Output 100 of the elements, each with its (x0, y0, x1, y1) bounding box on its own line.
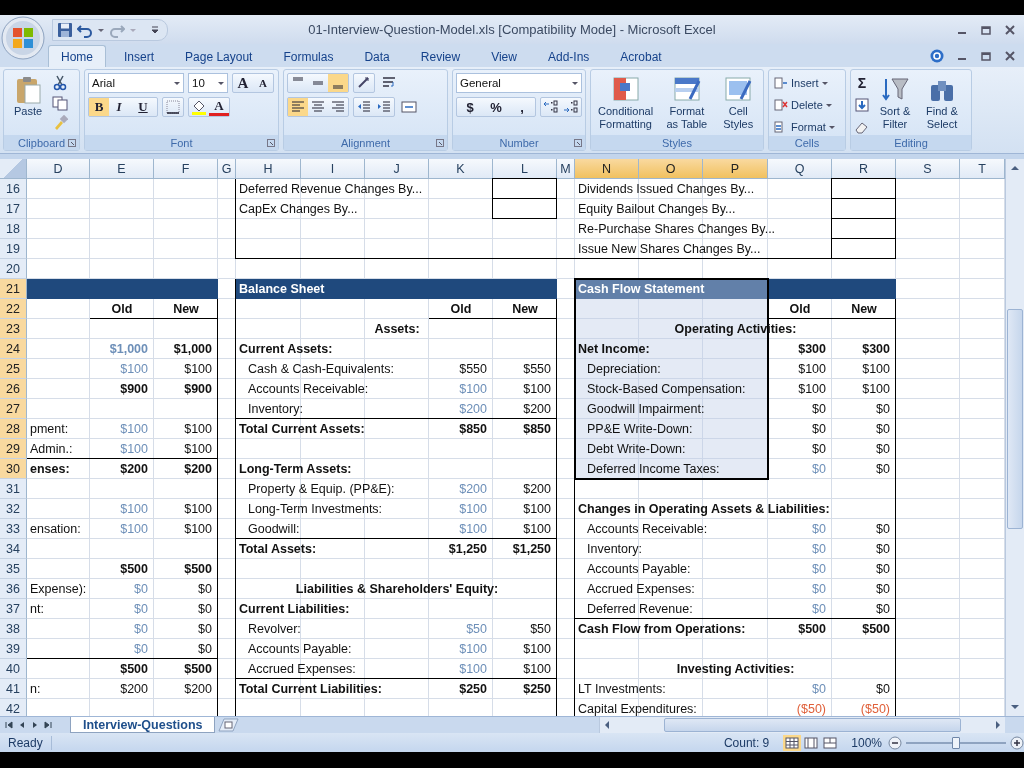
scroll-thumb[interactable] (664, 718, 961, 732)
column-header[interactable]: I (301, 159, 365, 179)
zoom-in-icon[interactable] (1010, 735, 1024, 750)
font-name-dropdown[interactable]: Arial (88, 73, 184, 93)
input-box[interactable] (831, 198, 896, 219)
column-header[interactable]: S (896, 159, 960, 179)
percent-button[interactable]: % (483, 98, 509, 116)
horizontal-align-icon[interactable] (288, 98, 308, 116)
row-header[interactable]: 25 (0, 359, 27, 379)
ribbon-tab[interactable]: Review (407, 45, 474, 67)
ribbon-tab[interactable]: Acrobat (607, 45, 675, 67)
restore-icon[interactable] (980, 50, 992, 62)
row-header[interactable]: 23 (0, 319, 27, 339)
comma-button[interactable]: , (509, 98, 535, 116)
cells-button[interactable]: Insert (772, 74, 830, 92)
row-header[interactable]: 38 (0, 619, 27, 639)
customize-icon[interactable] (151, 24, 159, 35)
cells-button[interactable]: Delete (772, 96, 834, 114)
row-header[interactable]: 27 (0, 399, 27, 419)
sheet-tab[interactable]: Interview-Questions (70, 717, 216, 733)
merge-cells-icon[interactable] (399, 98, 419, 116)
row-header[interactable]: 36 (0, 579, 27, 599)
column-header[interactable]: M (557, 159, 575, 179)
cells-button[interactable]: Format (772, 118, 837, 136)
dialog-launcher-icon[interactable] (574, 139, 582, 147)
row-header[interactable]: 28 (0, 419, 27, 439)
column-header[interactable]: L (493, 159, 557, 179)
input-box[interactable] (492, 178, 557, 199)
column-header[interactable]: P (703, 159, 768, 179)
last-sheet-icon[interactable] (43, 720, 53, 730)
restore-icon[interactable] (980, 23, 992, 36)
column-header[interactable]: G (218, 159, 236, 179)
vertical-align-icon[interactable] (328, 74, 348, 92)
row-header[interactable]: 22 (0, 299, 27, 319)
shrink-font-button[interactable]: A (253, 74, 273, 92)
view-mode-icon[interactable] (802, 734, 821, 751)
text-style-button[interactable]: I (109, 98, 129, 116)
row-header[interactable]: 39 (0, 639, 27, 659)
view-mode-icon[interactable] (783, 734, 802, 751)
row-header[interactable]: 20 (0, 259, 27, 279)
ribbon-tab[interactable]: Insert (111, 45, 168, 67)
row-header[interactable]: 31 (0, 479, 27, 499)
input-box[interactable] (831, 238, 896, 259)
styles-button[interactable]: Cell Styles (716, 73, 760, 133)
column-header[interactable]: E (90, 159, 154, 179)
font-size-dropdown[interactable]: 10 (188, 73, 228, 93)
decrease-decimal-icon[interactable] (561, 98, 581, 116)
row-header[interactable]: 35 (0, 559, 27, 579)
row-header[interactable]: 16 (0, 179, 27, 199)
column-header[interactable]: J (365, 159, 429, 179)
ribbon-tab[interactable]: Home (48, 45, 106, 67)
help-icon[interactable] (930, 49, 944, 63)
row-header[interactable]: 33 (0, 519, 27, 539)
row-header[interactable]: 18 (0, 219, 27, 239)
row-header[interactable]: 19 (0, 239, 27, 259)
row-header[interactable]: 40 (0, 659, 27, 679)
copy-icon[interactable] (52, 95, 68, 111)
row-header[interactable]: 42 (0, 699, 27, 716)
dialog-launcher-icon[interactable] (267, 139, 275, 147)
currency-button[interactable]: $ (457, 98, 483, 116)
ribbon-tab[interactable]: Formulas (270, 45, 347, 67)
row-header[interactable]: 17 (0, 199, 27, 219)
row-header[interactable]: 26 (0, 379, 27, 399)
view-mode-icon[interactable] (821, 734, 840, 751)
ribbon-tab[interactable]: Page Layout (172, 45, 266, 67)
column-header[interactable]: N (575, 159, 639, 179)
zoom-out-icon[interactable] (888, 735, 902, 750)
number-format-dropdown[interactable]: General (456, 73, 582, 93)
column-header[interactable]: D (27, 159, 90, 179)
scroll-thumb[interactable] (1007, 309, 1023, 529)
fill-down-icon[interactable] (854, 97, 870, 113)
row-header[interactable]: 29 (0, 439, 27, 459)
ribbon-tab[interactable]: Data (351, 45, 403, 67)
column-header[interactable]: H (236, 159, 301, 179)
row-header[interactable]: 32 (0, 499, 27, 519)
input-box[interactable] (831, 218, 896, 239)
editing-button[interactable]: Sort & Filter (873, 73, 917, 133)
text-style-button[interactable]: B (89, 98, 109, 116)
ribbon-tab[interactable]: Add-Ins (534, 45, 603, 67)
column-header[interactable]: R (832, 159, 896, 179)
save-icon[interactable] (57, 21, 73, 38)
row-header[interactable]: 21 (0, 279, 27, 299)
column-header[interactable]: K (429, 159, 493, 179)
first-sheet-icon[interactable] (4, 720, 14, 730)
editing-button[interactable]: Find & Select (920, 73, 964, 133)
cut-icon[interactable] (52, 75, 68, 91)
styles-button[interactable]: Conditional Formatting (594, 73, 658, 133)
ribbon-tab[interactable]: View (478, 45, 530, 67)
close-icon[interactable] (1004, 50, 1016, 62)
grow-font-button[interactable]: A (233, 74, 253, 92)
paste-button[interactable]: Paste (7, 73, 49, 135)
input-box[interactable] (492, 198, 557, 219)
fill-color-icon[interactable] (189, 98, 209, 116)
dialog-launcher-icon[interactable] (436, 139, 444, 147)
row-header[interactable]: 34 (0, 539, 27, 559)
column-header[interactable]: O (639, 159, 703, 179)
row-header[interactable]: 41 (0, 679, 27, 699)
styles-button[interactable]: Format as Table (660, 73, 714, 133)
column-header[interactable]: F (154, 159, 218, 179)
column-header[interactable]: T (960, 159, 1005, 179)
